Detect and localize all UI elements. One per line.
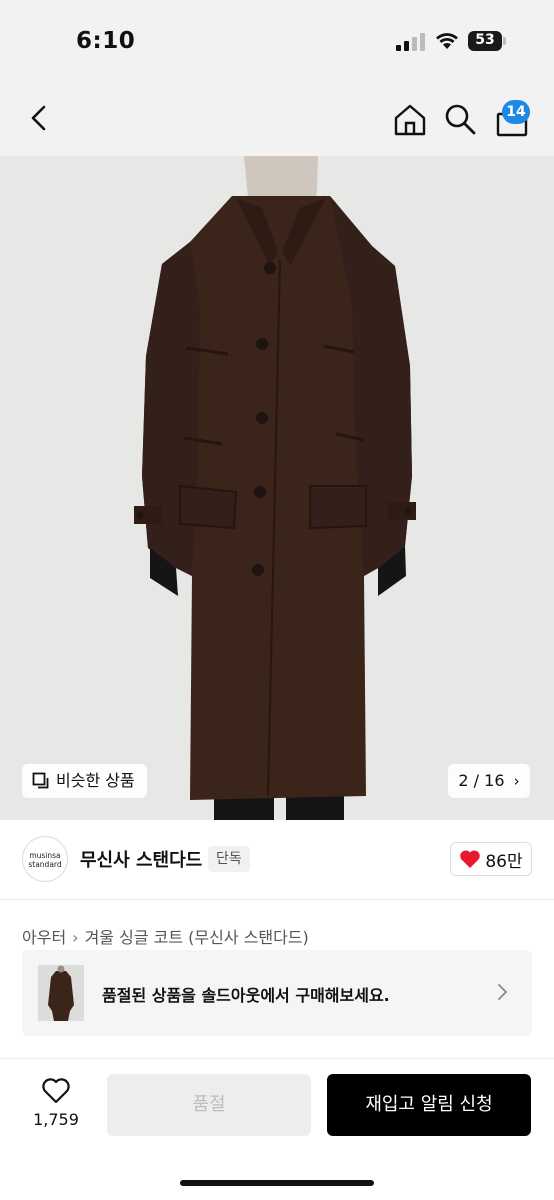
battery-level: 53 — [475, 32, 495, 48]
coat-photo — [0, 156, 554, 820]
home-icon[interactable] — [392, 102, 428, 138]
search-icon[interactable] — [443, 102, 477, 136]
wifi-icon — [436, 33, 458, 49]
soldout-banner-text: 품절된 상품을 솔드아웃에서 구매해보세요. — [102, 986, 390, 1005]
chevron-right-icon: › — [72, 928, 79, 947]
brand-logo[interactable]: musinsa standard — [22, 836, 68, 882]
heart-outline-icon[interactable] — [41, 1077, 71, 1105]
back-arrow-icon[interactable] — [24, 102, 56, 134]
chevron-right-icon: › — [513, 772, 520, 790]
battery-indicator: 53 — [468, 31, 508, 51]
brand-row: musinsa standard 무신사 스탠다드 단독 86만 — [0, 820, 554, 900]
exclusive-badge: 단독 — [208, 846, 250, 872]
home-indicator — [180, 1180, 374, 1186]
restock-alert-button[interactable]: 재입고 알림 신청 — [327, 1074, 531, 1136]
soldout-thumbnail — [38, 965, 84, 1021]
top-nav-bar — [0, 80, 554, 156]
copy-icon — [32, 772, 49, 789]
soldout-banner[interactable]: 품절된 상품을 솔드아웃에서 구매해보세요. — [22, 950, 532, 1036]
cart-count-badge: 14 — [502, 100, 530, 124]
breadcrumb-product[interactable]: 겨울 싱글 코트 (무신사 스탠다드) — [85, 928, 309, 947]
status-time: 6:10 — [76, 28, 136, 54]
cellular-signal-icon — [396, 33, 425, 51]
breadcrumb: 아우터 › 겨울 싱글 코트 (무신사 스탠다드) — [22, 924, 309, 948]
chevron-right-icon — [498, 984, 508, 1000]
image-pager[interactable]: 2 / 16 › — [448, 764, 530, 798]
heart-filled-icon — [460, 850, 481, 868]
brand-like-count: 86만 — [485, 851, 523, 872]
status-bar: 6:10 53 — [0, 0, 554, 80]
soldout-button: 품절 — [107, 1074, 311, 1136]
bottom-action-bar: 1,759 품절 재입고 알림 신청 — [0, 1058, 554, 1200]
similar-products-label: 비슷한 상품 — [56, 771, 135, 790]
wish-count: 1,759 — [33, 1110, 79, 1129]
product-image[interactable]: 비슷한 상품 2 / 16 › — [0, 156, 554, 820]
breadcrumb-category[interactable]: 아우터 — [22, 928, 66, 947]
similar-products-button[interactable]: 비슷한 상품 — [22, 764, 147, 798]
pager-text: 2 / 16 — [458, 771, 505, 790]
brand-like-button[interactable]: 86만 — [450, 842, 532, 876]
brand-name[interactable]: 무신사 스탠다드 — [80, 846, 202, 872]
